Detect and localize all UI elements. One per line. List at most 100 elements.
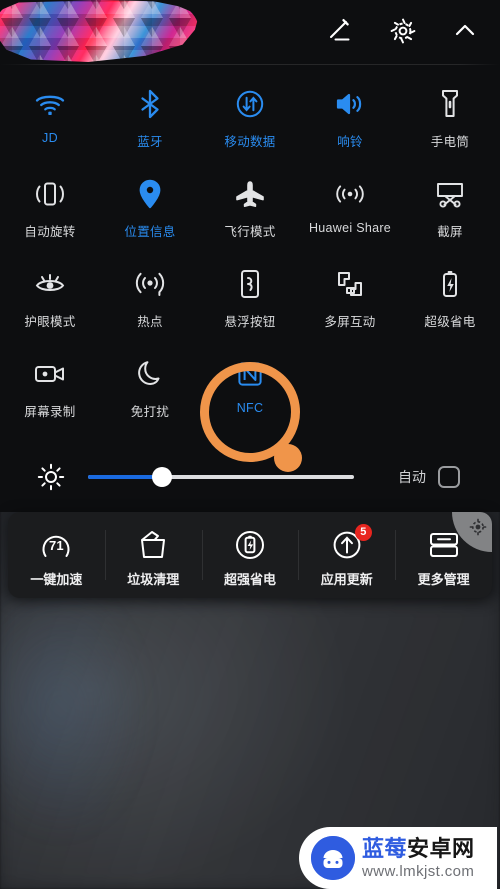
site-watermark: 蓝莓安卓网 www.lmkjst.com — [299, 827, 497, 889]
manager-item-label: 更多管理 — [417, 571, 470, 587]
manager-item-power-saving[interactable]: 超强省电 — [201, 512, 299, 598]
more-manage-icon — [427, 527, 461, 563]
slider-fill — [88, 475, 163, 479]
tile-row-3: 护眼模式 热点 悬浮按钮 多屏互动 超级省电 — [0, 254, 500, 344]
phone-manager-panel: 71 一键加速 垃圾清理 超强省电 5 应用更新 更多管理 — [8, 512, 492, 598]
tile-do-not-disturb[interactable]: 免打扰 — [100, 344, 200, 434]
auto-rotate-icon — [33, 174, 67, 214]
tile-row-2: 自动旋转 位置信息 飞行模式 Huawei Share 截屏 — [0, 164, 500, 254]
bluetooth-icon — [138, 84, 162, 124]
auto-brightness-label: 自动 — [398, 469, 426, 485]
speed-gauge-icon: 71 — [38, 527, 74, 563]
tile-label: 超级省电 — [424, 315, 476, 329]
tile-label: 飞行模式 — [224, 225, 276, 239]
tile-airplane-mode[interactable]: 飞行模式 — [200, 164, 300, 254]
tile-label: 自动旋转 — [24, 225, 76, 239]
app-update-icon: 5 — [331, 523, 372, 563]
nfc-icon — [237, 354, 263, 394]
ultra-power-saving-icon — [439, 264, 461, 304]
tile-label: 屏幕录制 — [24, 405, 76, 419]
wifi-icon — [34, 84, 66, 124]
tile-label: Huawei Share — [308, 221, 392, 235]
eye-comfort-icon — [33, 264, 67, 304]
tile-hotspot[interactable]: 热点 — [100, 254, 200, 344]
tile-label: 多屏互动 — [324, 315, 376, 329]
quick-settings-tiles: JD 蓝牙 移动数据 响铃 手电筒 自动旋转 位置信息 飞行模式 Huawei … — [0, 74, 500, 434]
app-update-badge: 5 — [354, 523, 372, 541]
status-bar — [0, 0, 500, 64]
manager-item-label: 垃圾清理 — [127, 571, 180, 587]
huawei-share-icon — [333, 174, 367, 214]
edit-icon[interactable] — [324, 14, 358, 48]
collapse-chevron-up-icon[interactable] — [448, 14, 482, 48]
tile-eye-comfort[interactable]: 护眼模式 — [0, 254, 100, 344]
slider-thumb[interactable] — [152, 467, 173, 487]
status-bar-divider — [0, 64, 500, 65]
watermark-text: 蓝莓安卓网 www.lmkjst.com — [362, 835, 475, 880]
brightness-row: 自动 — [0, 448, 500, 506]
ringer-volume-icon — [334, 84, 366, 124]
manager-item-label: 应用更新 — [320, 571, 373, 587]
status-bar-actions — [324, 14, 482, 48]
tile-ultra-power-saving[interactable]: 超级省电 — [400, 254, 500, 344]
flashlight-icon — [439, 84, 461, 124]
tile-label: 蓝牙 — [137, 135, 163, 149]
location-pin-icon — [137, 174, 163, 214]
manager-item-clean[interactable]: 垃圾清理 — [104, 512, 202, 598]
settings-gear-icon[interactable] — [386, 14, 420, 48]
tile-screenshot[interactable]: 截屏 — [400, 164, 500, 254]
speed-gauge-value: 71 — [48, 537, 64, 553]
phone-screen: JD 蓝牙 移动数据 响铃 手电筒 自动旋转 位置信息 飞行模式 Huawei … — [0, 0, 500, 889]
tile-label: 悬浮按钮 — [224, 315, 276, 329]
tile-screen-record[interactable]: 屏幕录制 — [0, 344, 100, 434]
tile-auto-rotate[interactable]: 自动旋转 — [0, 164, 100, 254]
auto-brightness-checkbox[interactable] — [438, 466, 460, 488]
tile-empty-1 — [300, 344, 400, 434]
tile-mobile-data[interactable]: 移动数据 — [200, 74, 300, 164]
tile-row-1: JD 蓝牙 移动数据 响铃 手电筒 — [0, 74, 500, 164]
tile-row-4: 屏幕录制 免打扰 NFC — [0, 344, 500, 434]
tile-label: 免打扰 — [130, 405, 170, 419]
tile-label: 护眼模式 — [24, 315, 76, 329]
tile-label: 手电筒 — [430, 135, 470, 149]
multi-screen-icon — [335, 264, 365, 304]
tile-multi-screen[interactable]: 多屏互动 — [300, 254, 400, 344]
floating-button-icon — [238, 264, 262, 304]
brightness-slider[interactable] — [88, 467, 354, 487]
auto-brightness-control[interactable]: 自动 — [398, 466, 460, 488]
mosaic-redaction-stroke — [0, 0, 199, 62]
tile-label: 响铃 — [337, 135, 363, 149]
tile-bluetooth[interactable]: 蓝牙 — [100, 74, 200, 164]
android-mascot-logo-icon — [311, 836, 355, 880]
tile-label: 移动数据 — [224, 135, 276, 149]
tile-floating-button[interactable]: 悬浮按钮 — [200, 254, 300, 344]
wallpaper-glow — [0, 580, 150, 840]
tile-nfc[interactable]: NFC — [200, 344, 300, 434]
quick-settings-shade: JD 蓝牙 移动数据 响铃 手电筒 自动旋转 位置信息 飞行模式 Huawei … — [0, 0, 500, 512]
manager-item-app-update[interactable]: 5 应用更新 — [298, 512, 395, 598]
power-saving-battery-icon — [234, 527, 266, 563]
tile-location[interactable]: 位置信息 — [100, 164, 200, 254]
watermark-url: www.lmkjst.com — [362, 862, 475, 880]
tile-huawei-share[interactable]: Huawei Share — [300, 164, 400, 254]
tile-flashlight[interactable]: 手电筒 — [400, 74, 500, 164]
hotspot-icon — [135, 264, 165, 304]
manager-item-speedup[interactable]: 71 一键加速 — [8, 512, 105, 598]
screen-record-icon — [33, 354, 67, 394]
mobile-data-icon — [235, 84, 265, 124]
tile-label: 热点 — [137, 315, 163, 329]
manager-item-label: 一键加速 — [30, 571, 83, 587]
screenshot-icon — [434, 174, 466, 214]
tile-wifi[interactable]: JD — [0, 74, 100, 164]
tile-label: JD — [42, 131, 58, 145]
watermark-brand-black: 安卓网 — [407, 835, 475, 861]
tile-label: NFC — [236, 401, 264, 415]
brightness-sun-icon — [36, 462, 66, 492]
trash-clean-icon — [136, 527, 170, 563]
watermark-brand-blue: 蓝莓 — [362, 835, 408, 861]
tile-ringer[interactable]: 响铃 — [300, 74, 400, 164]
tile-empty-2 — [400, 344, 500, 434]
do-not-disturb-moon-icon — [136, 354, 164, 394]
manager-item-label: 超强省电 — [223, 571, 276, 587]
tile-label: 位置信息 — [124, 225, 176, 239]
